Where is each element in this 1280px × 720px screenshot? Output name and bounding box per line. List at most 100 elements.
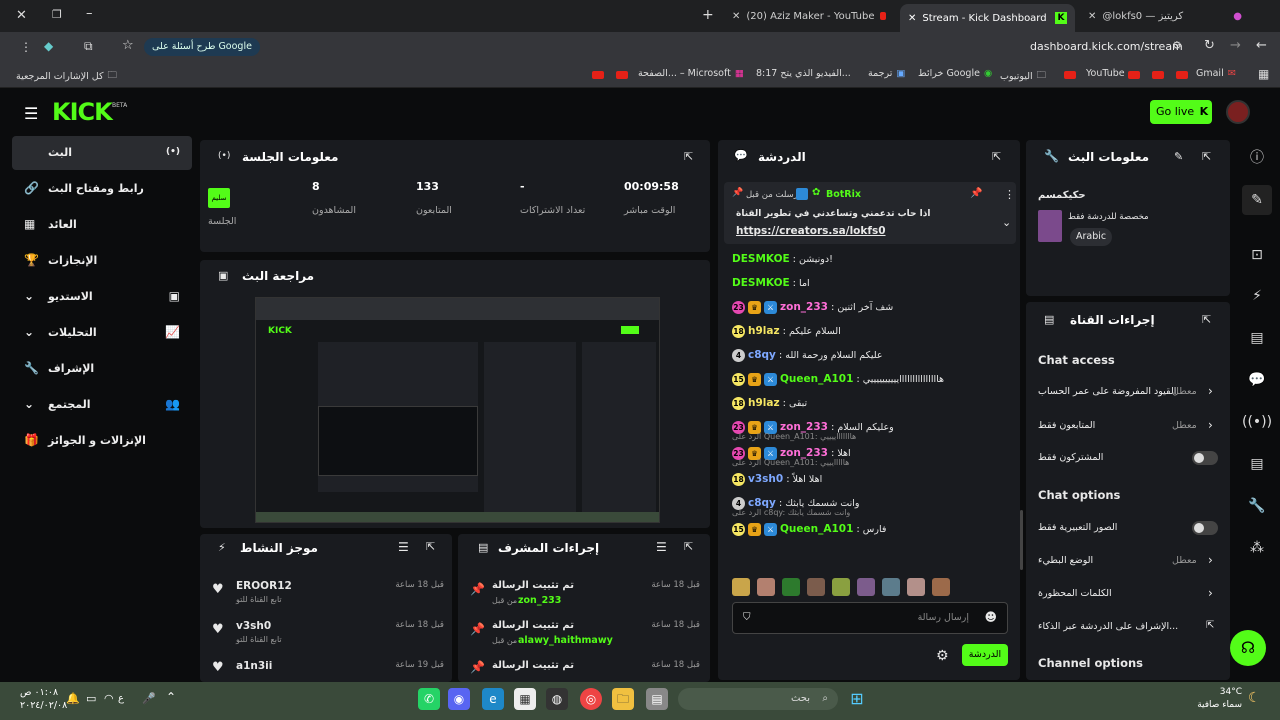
stream-preview-video[interactable]: KICK xyxy=(255,297,660,523)
chat-username[interactable]: Queen_A101 xyxy=(780,523,853,535)
setting-slow-mode[interactable]: الوضع البطيء معطل › xyxy=(1038,551,1218,571)
bookmark-youtube-folder[interactable]: اليوتيوب 🗀 xyxy=(1000,68,1046,84)
chat-username[interactable]: h9laz xyxy=(748,397,780,409)
sidebar-item-moderation[interactable]: الإشراف 🔧 xyxy=(12,352,192,386)
clock[interactable]: ٠١:٠٨ ص ٢٠٢٤/٠٢/٠٨ xyxy=(20,686,67,712)
youtube-icon[interactable] xyxy=(1128,71,1140,79)
chat-message[interactable]: 15 ♛ ⚔ Queen_A101: هاااااااااااااااييييييييي… xyxy=(732,370,1012,388)
emote-icon[interactable] xyxy=(782,578,800,596)
subscribers-only-toggle[interactable] xyxy=(1192,451,1218,465)
forward-icon[interactable]: → xyxy=(1230,38,1241,53)
chat-username[interactable]: h9laz xyxy=(748,325,780,337)
emote-icon[interactable] xyxy=(832,578,850,596)
restore-window-icon[interactable]: ❐ xyxy=(52,8,62,21)
input-language[interactable]: ع xyxy=(118,693,124,704)
apps-grid-icon[interactable]: ▦ xyxy=(1258,67,1269,81)
chat-message[interactable]: 18 h9laz: تبقى xyxy=(732,394,1012,412)
chat-username[interactable]: DESMKOE xyxy=(732,277,790,289)
chat-message[interactable]: DESMKOE: اما xyxy=(732,274,1012,292)
notes-icon[interactable]: ▤ xyxy=(1242,323,1272,353)
chat-username[interactable]: v3sh0 xyxy=(748,473,783,485)
file-explorer-icon[interactable]: 🗀 xyxy=(612,688,634,710)
site-settings-icon[interactable]: ⚙ xyxy=(1172,39,1182,52)
discord-icon[interactable]: ◉ xyxy=(448,688,470,710)
avatar[interactable] xyxy=(1226,100,1250,124)
bookmark-gmail[interactable]: Gmail ✉ xyxy=(1196,68,1236,79)
whatsapp-icon[interactable]: ✆ xyxy=(418,688,440,710)
star-bookmark-icon[interactable]: ☆ xyxy=(122,38,134,53)
sidebar-item-studio[interactable]: الاستديو ⌄ ▣ xyxy=(12,280,192,314)
puzzle-icon[interactable]: ⧉ xyxy=(84,39,93,54)
pinned-message[interactable]: 📌 أرسلت من قبل ✿ BotRix 📌 ⋮ اذا حاب تدعم… xyxy=(724,182,1016,244)
hamburger-menu-icon[interactable]: ☰ xyxy=(24,104,38,123)
close-tab-icon[interactable]: ✕ xyxy=(908,13,916,24)
edit-icon[interactable]: ✎ xyxy=(1242,185,1272,215)
reload-icon[interactable]: ↻ xyxy=(1204,38,1215,53)
tab-kick-dashboard[interactable]: ✕ Stream - Kick Dashboard K xyxy=(900,4,1075,32)
edit-icon[interactable]: ✎ xyxy=(1174,150,1183,163)
kick-logo[interactable]: KICK xyxy=(52,98,113,126)
extension-icon[interactable]: ◆ xyxy=(44,39,53,53)
popout-icon[interactable]: ⇱ xyxy=(684,540,693,553)
bookmark-maps[interactable]: خرائط Google ◉ xyxy=(918,68,992,79)
bookmark-video[interactable]: 8:17 الفيديو الذي يتح... xyxy=(756,68,851,79)
setting-banned-words[interactable]: الكلمات المحظورة › xyxy=(1038,584,1218,604)
weather-widget[interactable]: 34°C سماء صافية xyxy=(1196,686,1242,712)
emote-icon[interactable] xyxy=(907,578,925,596)
sidebar-item-stream[interactable]: البث (•) xyxy=(12,136,192,170)
emote-icon[interactable] xyxy=(882,578,900,596)
popout-icon[interactable]: ⇱ xyxy=(992,150,1001,163)
taskbar-search[interactable]: بحث ⌕ xyxy=(678,688,838,710)
channel-icon[interactable]: ▤ xyxy=(1242,449,1272,479)
sidebar-item-stream-key[interactable]: رابط ومفتاح البث 🔗 xyxy=(12,172,192,206)
notification-icon[interactable]: 🔔 xyxy=(66,692,80,705)
store-icon[interactable]: ▦ xyxy=(514,688,536,710)
setting-account-age[interactable]: القيود المفروضة على عمر الحساب معطل › xyxy=(1038,382,1218,402)
microphone-icon[interactable]: 🎤 xyxy=(142,692,156,705)
chat-username[interactable]: Queen_A101 xyxy=(780,373,853,385)
filter-icon[interactable]: ☰ xyxy=(656,540,667,554)
community-icon[interactable]: ⁂ xyxy=(1242,533,1272,563)
youtube-icon[interactable] xyxy=(1064,71,1076,79)
battery-icon[interactable]: ▭ xyxy=(86,692,96,705)
chrome-icon[interactable]: ◎ xyxy=(580,688,602,710)
chevron-down-icon[interactable]: ⌄ xyxy=(1002,216,1011,229)
bookmark-microsoft[interactable]: الصفحة... – Microsoft ▦ xyxy=(638,68,744,79)
wifi-icon[interactable]: ◠ xyxy=(104,692,114,705)
chat-username[interactable]: DESMKOE xyxy=(732,253,790,265)
emote-icon[interactable] xyxy=(807,578,825,596)
emotes-only-toggle[interactable] xyxy=(1192,521,1218,535)
tab-creators[interactable]: ✕ @lokfs0 — كريتيز ● xyxy=(1080,4,1250,28)
popout-icon[interactable]: ⇱ xyxy=(1202,313,1211,326)
chevron-up-icon[interactable]: ⌃ xyxy=(166,690,176,704)
chat-message[interactable]: 23 ♛ ⚔ zon_233: شف آخر اثنين xyxy=(732,298,1012,316)
app-icon[interactable]: ▤ xyxy=(646,688,668,710)
filter-icon[interactable]: ☰ xyxy=(398,540,409,554)
bookmark-youtube[interactable]: YouTube xyxy=(1086,68,1125,79)
chat-message[interactable]: 15 ♛ ⚔ Queen_A101: فارس xyxy=(732,520,1012,538)
chat-message[interactable]: 4 c8qy: عليكم السلام ورحمة الله xyxy=(732,346,1012,364)
popout-icon[interactable]: ⇱ xyxy=(1202,150,1211,163)
setting-emotes-only[interactable]: الصور التعبيرية فقط xyxy=(1038,518,1218,538)
wrench-icon[interactable]: 🔧 xyxy=(1242,491,1272,521)
screenshot-icon[interactable]: ⊡ xyxy=(1242,240,1272,270)
menu-dots-icon[interactable]: ⋮ xyxy=(20,40,32,54)
popout-icon[interactable]: ⇱ xyxy=(684,150,693,163)
emote-icon[interactable] xyxy=(857,578,875,596)
emote-icon[interactable] xyxy=(757,578,775,596)
url-text[interactable]: dashboard.kick.com/stream xyxy=(1030,40,1183,53)
sidebar-item-revenue[interactable]: العائد ▦ xyxy=(12,208,192,242)
setting-subscribers-only[interactable]: المشتركون فقط xyxy=(1038,448,1218,468)
google-lens-chip[interactable]: طرح أسئلة على Google xyxy=(144,38,260,56)
support-chat-button[interactable]: ☊ xyxy=(1230,630,1266,666)
go-live-button[interactable]: Go live K xyxy=(1150,100,1212,124)
sidebar-item-drops[interactable]: الإنزالات و الجوائز 🎁 xyxy=(12,424,192,458)
setting-followers-only[interactable]: المتابعون فقط معطل › xyxy=(1038,416,1218,436)
all-bookmarks[interactable]: كل الإشارات المرجعية 🗀 xyxy=(16,68,117,84)
chat-scrollbar[interactable] xyxy=(1020,510,1023,570)
chat-message[interactable]: DESMKOE: دونيشن! xyxy=(732,250,1012,268)
youtube-icon[interactable] xyxy=(592,71,604,79)
close-window-icon[interactable]: ✕ xyxy=(16,8,27,23)
broadcast-icon[interactable]: ((•)) xyxy=(1242,407,1272,437)
send-chat-button[interactable]: الدردشة xyxy=(962,644,1008,666)
